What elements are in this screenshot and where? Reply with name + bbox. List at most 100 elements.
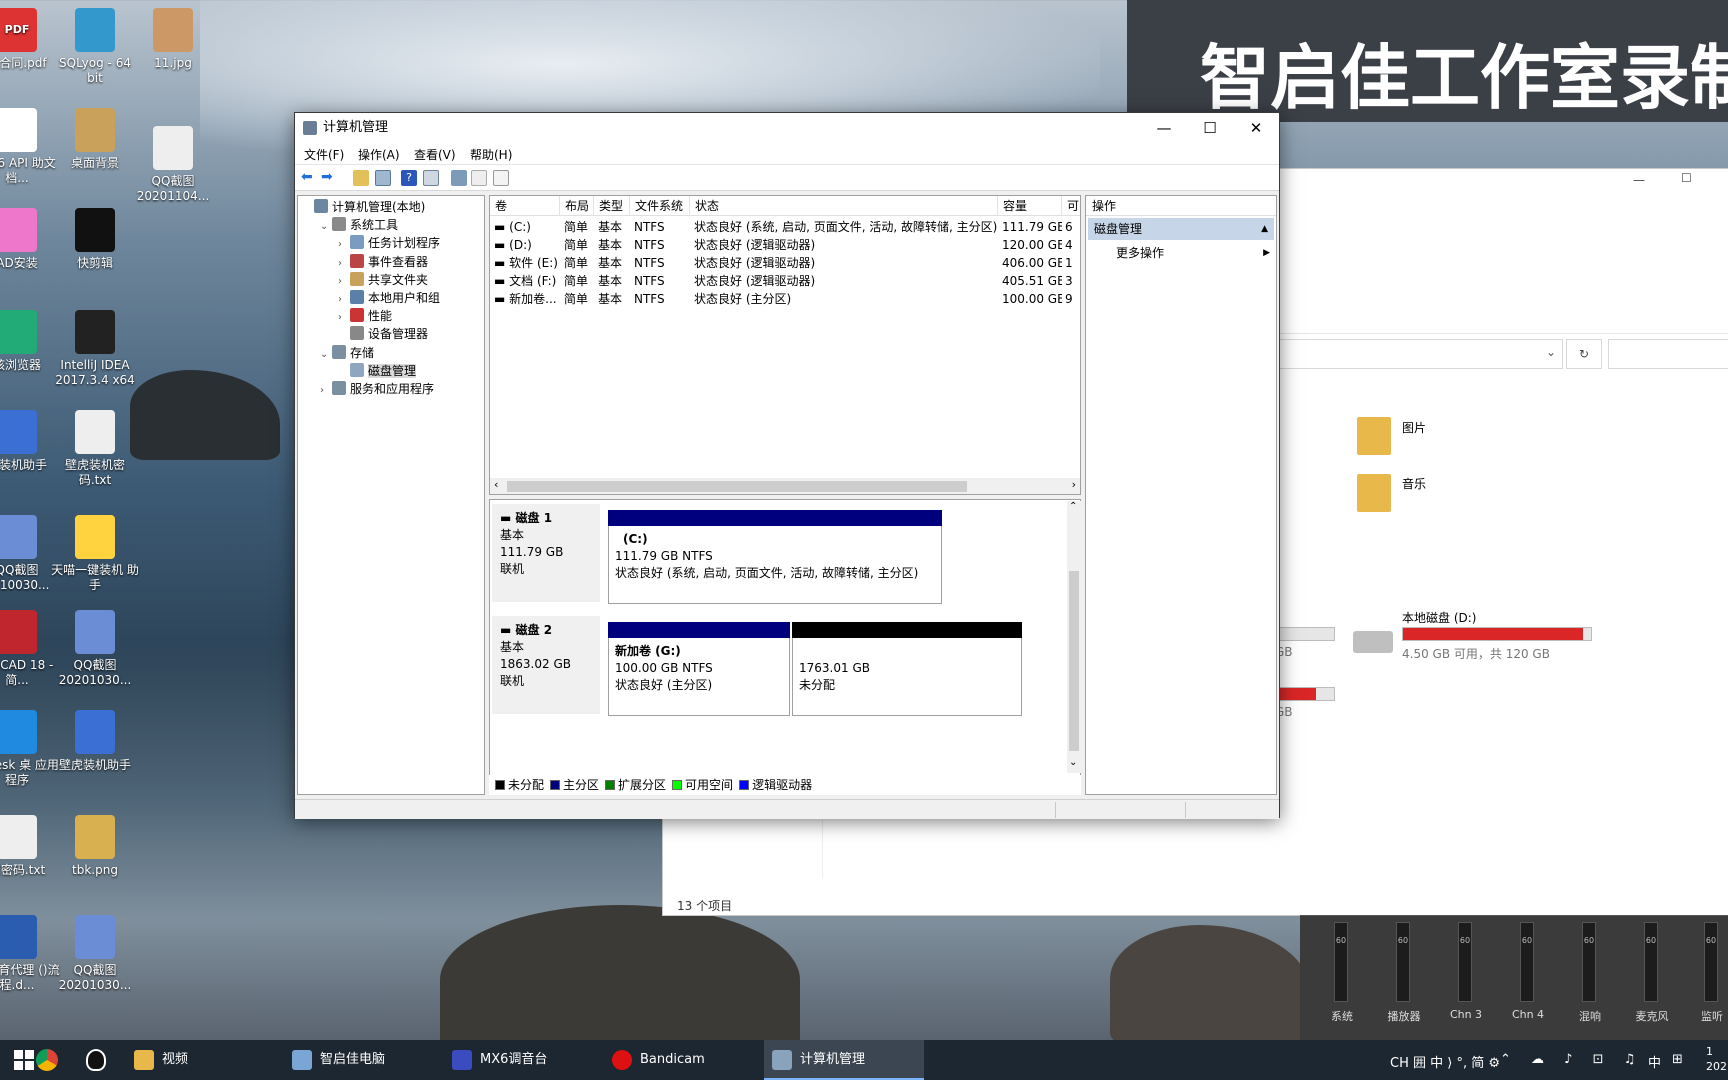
- tree-item[interactable]: 计算机管理(本地): [302, 198, 425, 216]
- help-icon[interactable]: ?: [401, 170, 417, 186]
- back-arrow-icon[interactable]: ⬅: [301, 170, 317, 186]
- up-folder-icon[interactable]: [353, 170, 369, 186]
- mixer-channel[interactable]: 60 播放器: [1384, 922, 1421, 1023]
- checklist-icon[interactable]: [471, 170, 487, 186]
- menu-action[interactable]: 操作(A): [358, 146, 400, 163]
- taskbar-item-bandicam[interactable]: Bandicam: [604, 1040, 754, 1080]
- desktop-icon[interactable]: QQ截图 20201104...: [128, 126, 218, 204]
- expand-chevron-icon[interactable]: ›: [320, 382, 332, 400]
- desktop-icon[interactable]: tbk.png: [50, 815, 140, 878]
- desktop-icon[interactable]: IntelliJ IDEA 2017.3.4 x64: [50, 310, 140, 388]
- expand-chevron-icon[interactable]: ⌄: [320, 218, 332, 236]
- menu-help[interactable]: 帮助(H): [470, 146, 512, 163]
- properties-icon[interactable]: [423, 170, 439, 186]
- tree-item[interactable]: 设备管理器: [338, 325, 428, 343]
- menu-file[interactable]: 文件(F): [304, 146, 344, 163]
- partition[interactable]: (C:) 111.79 GB NTFS 状态良好 (系统, 启动, 页面文件, 活动…: [608, 510, 942, 604]
- horizontal-scrollbar[interactable]: ‹ ›: [490, 478, 1080, 494]
- chrome-icon[interactable]: [36, 1049, 58, 1071]
- desktop-icon[interactable]: QQ截图 20201030...: [50, 610, 140, 688]
- folder-label[interactable]: 音乐: [1402, 475, 1426, 492]
- tree-item[interactable]: ⌄ 系统工具: [320, 216, 398, 234]
- title-bar[interactable]: 计算机管理 — ☐ ✕: [295, 113, 1279, 143]
- audio-mixer[interactable]: 60 系统 60 播放器 60 Chn 3 60 Chn 4 60 混响 60 麦克风 60 监听: [1300, 915, 1728, 1040]
- drive-d-label[interactable]: 本地磁盘 (D:): [1402, 609, 1476, 626]
- tree-item[interactable]: 磁盘管理: [338, 362, 417, 380]
- tree-item[interactable]: › 任务计划程序: [338, 234, 440, 252]
- col-capacity[interactable]: 容量: [998, 196, 1062, 216]
- mixer-channel[interactable]: 60 监听: [1692, 922, 1728, 1023]
- desktop-icon[interactable]: 壁虎装机密 码.txt: [50, 410, 140, 488]
- fader[interactable]: [1458, 922, 1472, 1002]
- computer-management-window[interactable]: 计算机管理 — ☐ ✕ 文件(F) 操作(A) 查看(V) 帮助(H) ⬅ ➡ …: [294, 112, 1280, 819]
- forward-arrow-icon[interactable]: ➡: [321, 170, 337, 186]
- taskbar-item-computer-management[interactable]: 计算机管理: [764, 1040, 924, 1080]
- refresh-button[interactable]: ↻: [1566, 339, 1602, 369]
- desktop-icon[interactable]: 天喵一键装机 助手: [50, 515, 140, 593]
- tray-icons[interactable]: ⌃ ☁ ♪ ⊡ ♫: [1500, 1052, 1643, 1067]
- list-view-icon[interactable]: [493, 170, 509, 186]
- ime-indicator[interactable]: 中: [1648, 1052, 1661, 1071]
- clock[interactable]: 1 202: [1706, 1044, 1727, 1074]
- minimize-button[interactable]: —: [1141, 113, 1187, 143]
- desktop-icon[interactable]: QQ截图 20201030...: [50, 915, 140, 993]
- close-button[interactable]: ✕: [1233, 113, 1279, 143]
- scroll-left-icon[interactable]: ‹: [494, 478, 498, 491]
- folder-label[interactable]: 图片: [1402, 419, 1426, 436]
- more-actions[interactable]: 更多操作 ▶: [1116, 244, 1272, 262]
- mixer-channel[interactable]: 60 混响: [1570, 922, 1606, 1023]
- start-windows-icon[interactable]: [14, 1050, 34, 1070]
- minimize-icon[interactable]: —: [1633, 173, 1645, 187]
- taskbar-item-pc[interactable]: 智启佳电脑: [284, 1040, 434, 1080]
- desktop-icon[interactable]: 快剪辑: [50, 208, 140, 271]
- scroll-down-icon[interactable]: ⌄: [1069, 757, 1077, 768]
- col-filesystem[interactable]: 文件系统: [630, 196, 690, 216]
- fader[interactable]: [1644, 922, 1658, 1002]
- col-layout[interactable]: 布局: [560, 196, 594, 216]
- chevron-down-icon[interactable]: ⌄: [1546, 345, 1556, 359]
- col-free[interactable]: 可: [1062, 196, 1080, 216]
- partition[interactable]: 1763.01 GB 未分配: [792, 622, 1022, 716]
- address-bar[interactable]: ⌄: [1263, 339, 1563, 369]
- col-status[interactable]: 状态: [690, 196, 998, 216]
- search-input[interactable]: [1608, 339, 1728, 369]
- music-folder-icon[interactable]: [1357, 474, 1391, 512]
- mixer-channel[interactable]: 60 麦克风: [1632, 922, 1669, 1023]
- actions-section-disk-management[interactable]: 磁盘管理 ▲: [1088, 218, 1274, 240]
- mixer-channel[interactable]: 60 Chn 4: [1508, 922, 1544, 1021]
- fader[interactable]: [1520, 922, 1534, 1002]
- fader[interactable]: [1396, 922, 1410, 1002]
- disk-label[interactable]: ▬ 磁盘 1 基本 111.79 GB 联机: [492, 504, 600, 602]
- pictures-folder-icon[interactable]: [1357, 417, 1391, 455]
- maximize-icon[interactable]: ☐: [1681, 171, 1692, 185]
- tree-item[interactable]: › 性能: [338, 307, 392, 325]
- mixer-channel[interactable]: 60 系统: [1322, 922, 1358, 1023]
- scrollbar-thumb[interactable]: [1069, 571, 1079, 751]
- table-row[interactable]: ▬ (D:) 简单 基本 NTFS 状态良好 (逻辑驱动器) 120.00 GB 4: [490, 236, 1080, 254]
- tree-item[interactable]: › 服务和应用程序: [320, 380, 434, 398]
- col-volume[interactable]: 卷: [490, 196, 560, 216]
- disk-label[interactable]: ▬ 磁盘 2 基本 1863.02 GB 联机: [492, 616, 600, 714]
- desktop-icon[interactable]: 壁虎装机助手: [50, 710, 140, 773]
- desktop-icon[interactable]: SQLyog - 64 bit: [50, 8, 140, 86]
- drive-icon[interactable]: [1353, 631, 1393, 653]
- tree-item[interactable]: › 本地用户和组: [338, 289, 440, 307]
- rescan-disks-icon[interactable]: [451, 170, 467, 186]
- table-row[interactable]: ▬ 软件 (E:) 简单 基本 NTFS 状态良好 (逻辑驱动器) 406.00 GB 1: [490, 254, 1080, 272]
- table-row[interactable]: ▬ 新加卷... 简单 基本 NTFS 状态良好 (主分区) 100.00 GB 9: [490, 290, 1080, 308]
- tree-item[interactable]: › 事件查看器: [338, 253, 428, 271]
- desktop-icon[interactable]: 桌面背景: [50, 108, 140, 171]
- tree-item[interactable]: ⌄ 存储: [320, 344, 374, 362]
- scrollbar-thumb[interactable]: [507, 481, 967, 492]
- table-row[interactable]: ▬ 文档 (F:) 简单 基本 NTFS 状态良好 (逻辑驱动器) 405.51 GB 3: [490, 272, 1080, 290]
- ime-tray[interactable]: CH 囲 中 ⟩ °, 简 ⚙: [1390, 1052, 1500, 1071]
- menu-view[interactable]: 查看(V): [414, 146, 456, 163]
- table-row[interactable]: ▬ (C:) 简单 基本 NTFS 状态良好 (系统, 启动, 页面文件, 活动, 故障…: [490, 218, 1080, 236]
- taskbar-item-mixer[interactable]: MX6调音台: [444, 1040, 594, 1080]
- fader[interactable]: [1704, 922, 1718, 1002]
- keyboard-icon[interactable]: ⊞: [1672, 1052, 1683, 1067]
- collapse-up-icon[interactable]: ▲: [1261, 218, 1268, 240]
- maximize-button[interactable]: ☐: [1187, 113, 1233, 143]
- expand-chevron-icon[interactable]: ⌄: [320, 346, 332, 364]
- qq-icon[interactable]: [86, 1049, 106, 1071]
